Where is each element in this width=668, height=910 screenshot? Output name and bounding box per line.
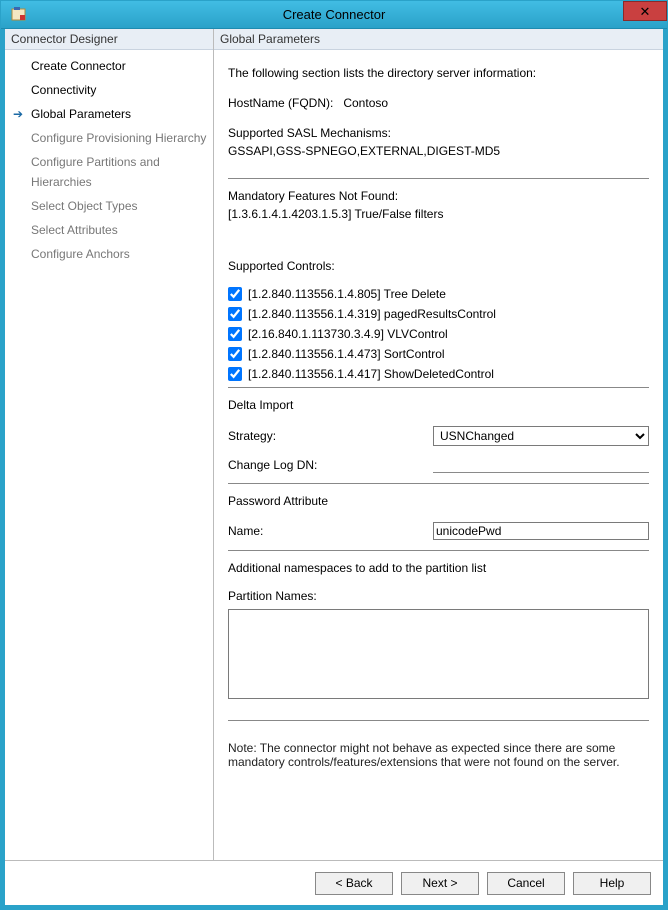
nav-item[interactable]: Connectivity bbox=[7, 78, 211, 102]
mandatory-block: Mandatory Features Not Found: [1.3.6.1.4… bbox=[228, 189, 649, 221]
nav-item-label: Connectivity bbox=[31, 80, 96, 100]
changelog-row: Change Log DN: bbox=[228, 456, 649, 473]
nav-item-label: Create Connector bbox=[31, 56, 126, 76]
hostname-value: Contoso bbox=[343, 96, 388, 110]
nav-item: Select Attributes bbox=[7, 218, 211, 242]
control-label: [1.2.840.113556.1.4.473] SortControl bbox=[248, 347, 445, 361]
control-checkbox[interactable] bbox=[228, 307, 242, 321]
nav-item: Configure Partitions and Hierarchies bbox=[7, 150, 211, 194]
mandatory-value: [1.3.6.1.4.1.4203.1.5.3] True/False filt… bbox=[228, 207, 649, 221]
help-button[interactable]: Help bbox=[573, 872, 651, 895]
cancel-button[interactable]: Cancel bbox=[487, 872, 565, 895]
nav-item: Select Object Types bbox=[7, 194, 211, 218]
back-button[interactable]: < Back bbox=[315, 872, 393, 895]
hostname-label: HostName (FQDN): bbox=[228, 96, 333, 110]
nav-item-label: Configure Partitions and Hierarchies bbox=[31, 152, 209, 192]
control-checkbox[interactable] bbox=[228, 367, 242, 381]
control-row: [2.16.840.1.113730.3.4.9] VLVControl bbox=[228, 327, 649, 341]
sasl-label: Supported SASL Mechanisms: bbox=[228, 126, 649, 140]
control-row: [1.2.840.113556.1.4.417] ShowDeletedCont… bbox=[228, 367, 649, 381]
control-label: [1.2.840.113556.1.4.319] pagedResultsCon… bbox=[248, 307, 496, 321]
pwd-name-row: Name: bbox=[228, 522, 649, 540]
control-label: [1.2.840.113556.1.4.805] Tree Delete bbox=[248, 287, 446, 301]
divider bbox=[228, 178, 649, 179]
window-title: Create Connector bbox=[1, 7, 667, 22]
close-button[interactable]: ✕ bbox=[623, 1, 667, 21]
main-header: Global Parameters bbox=[214, 29, 663, 50]
password-heading: Password Attribute bbox=[228, 494, 649, 508]
sasl-block: Supported SASL Mechanisms: GSSAPI,GSS-SP… bbox=[228, 126, 649, 158]
next-button[interactable]: Next > bbox=[401, 872, 479, 895]
delta-heading: Delta Import bbox=[228, 398, 649, 412]
nav-item-label: Select Object Types bbox=[31, 196, 138, 216]
sasl-value: GSSAPI,GSS-SPNEGO,EXTERNAL,DIGEST-MD5 bbox=[228, 144, 649, 158]
divider bbox=[228, 387, 649, 388]
divider bbox=[228, 550, 649, 551]
strategy-row: Strategy: USNChanged bbox=[228, 426, 649, 446]
control-checkbox[interactable] bbox=[228, 287, 242, 301]
nav-item[interactable]: ➔ Global Parameters bbox=[7, 102, 211, 126]
partition-label: Partition Names: bbox=[228, 589, 649, 603]
note-text: Note: The connector might not behave as … bbox=[228, 741, 649, 769]
main-scroll[interactable]: The following section lists the director… bbox=[214, 50, 663, 860]
window: Create Connector ✕ Connector Designer Cr… bbox=[0, 0, 668, 910]
nav-item-label: Configure Anchors bbox=[31, 244, 130, 264]
pwd-name-label: Name: bbox=[228, 524, 433, 538]
nav-item[interactable]: Create Connector bbox=[7, 54, 211, 78]
nav-item: Configure Provisioning Hierarchy bbox=[7, 126, 211, 150]
sidebar: Connector Designer Create Connector Conne… bbox=[5, 29, 214, 860]
app-icon bbox=[7, 5, 31, 25]
control-label: [1.2.840.113556.1.4.417] ShowDeletedCont… bbox=[248, 367, 494, 381]
pwd-name-input[interactable] bbox=[433, 522, 649, 540]
control-row: [1.2.840.113556.1.4.473] SortControl bbox=[228, 347, 649, 361]
divider bbox=[228, 720, 649, 721]
section-intro: The following section lists the director… bbox=[228, 66, 649, 80]
arrow-right-icon: ➔ bbox=[13, 104, 23, 124]
namespaces-heading: Additional namespaces to add to the part… bbox=[228, 561, 649, 575]
hostname-row: HostName (FQDN): Contoso bbox=[228, 96, 649, 110]
control-label: [2.16.840.1.113730.3.4.9] VLVControl bbox=[248, 327, 448, 341]
strategy-label: Strategy: bbox=[228, 429, 433, 443]
divider bbox=[228, 483, 649, 484]
titlebar: Create Connector ✕ bbox=[1, 1, 667, 29]
sidebar-header: Connector Designer bbox=[5, 29, 213, 50]
nav-item-label: Global Parameters bbox=[31, 104, 131, 124]
mandatory-label: Mandatory Features Not Found: bbox=[228, 189, 649, 203]
control-row: [1.2.840.113556.1.4.319] pagedResultsCon… bbox=[228, 307, 649, 321]
control-row: [1.2.840.113556.1.4.805] Tree Delete bbox=[228, 287, 649, 301]
nav-list: Create Connector Connectivity ➔ Global Para… bbox=[5, 50, 213, 270]
control-checkbox[interactable] bbox=[228, 347, 242, 361]
close-icon: ✕ bbox=[640, 5, 651, 18]
changelog-input[interactable] bbox=[433, 456, 649, 473]
nav-item: Configure Anchors bbox=[7, 242, 211, 266]
controls-title: Supported Controls: bbox=[228, 259, 649, 273]
nav-item-label: Select Attributes bbox=[31, 220, 118, 240]
content-row: Connector Designer Create Connector Conne… bbox=[5, 29, 663, 861]
partition-names-input[interactable] bbox=[228, 609, 649, 699]
nav-item-label: Configure Provisioning Hierarchy bbox=[31, 128, 206, 148]
controls-list: [1.2.840.113556.1.4.805] Tree Delete [1.2… bbox=[228, 287, 649, 381]
body-frame: Connector Designer Create Connector Conne… bbox=[1, 29, 667, 909]
control-checkbox[interactable] bbox=[228, 327, 242, 341]
main-panel: Global Parameters The following section … bbox=[214, 29, 663, 860]
changelog-label: Change Log DN: bbox=[228, 458, 433, 472]
strategy-select[interactable]: USNChanged bbox=[433, 426, 649, 446]
footer: < Back Next > Cancel Help bbox=[5, 861, 663, 905]
